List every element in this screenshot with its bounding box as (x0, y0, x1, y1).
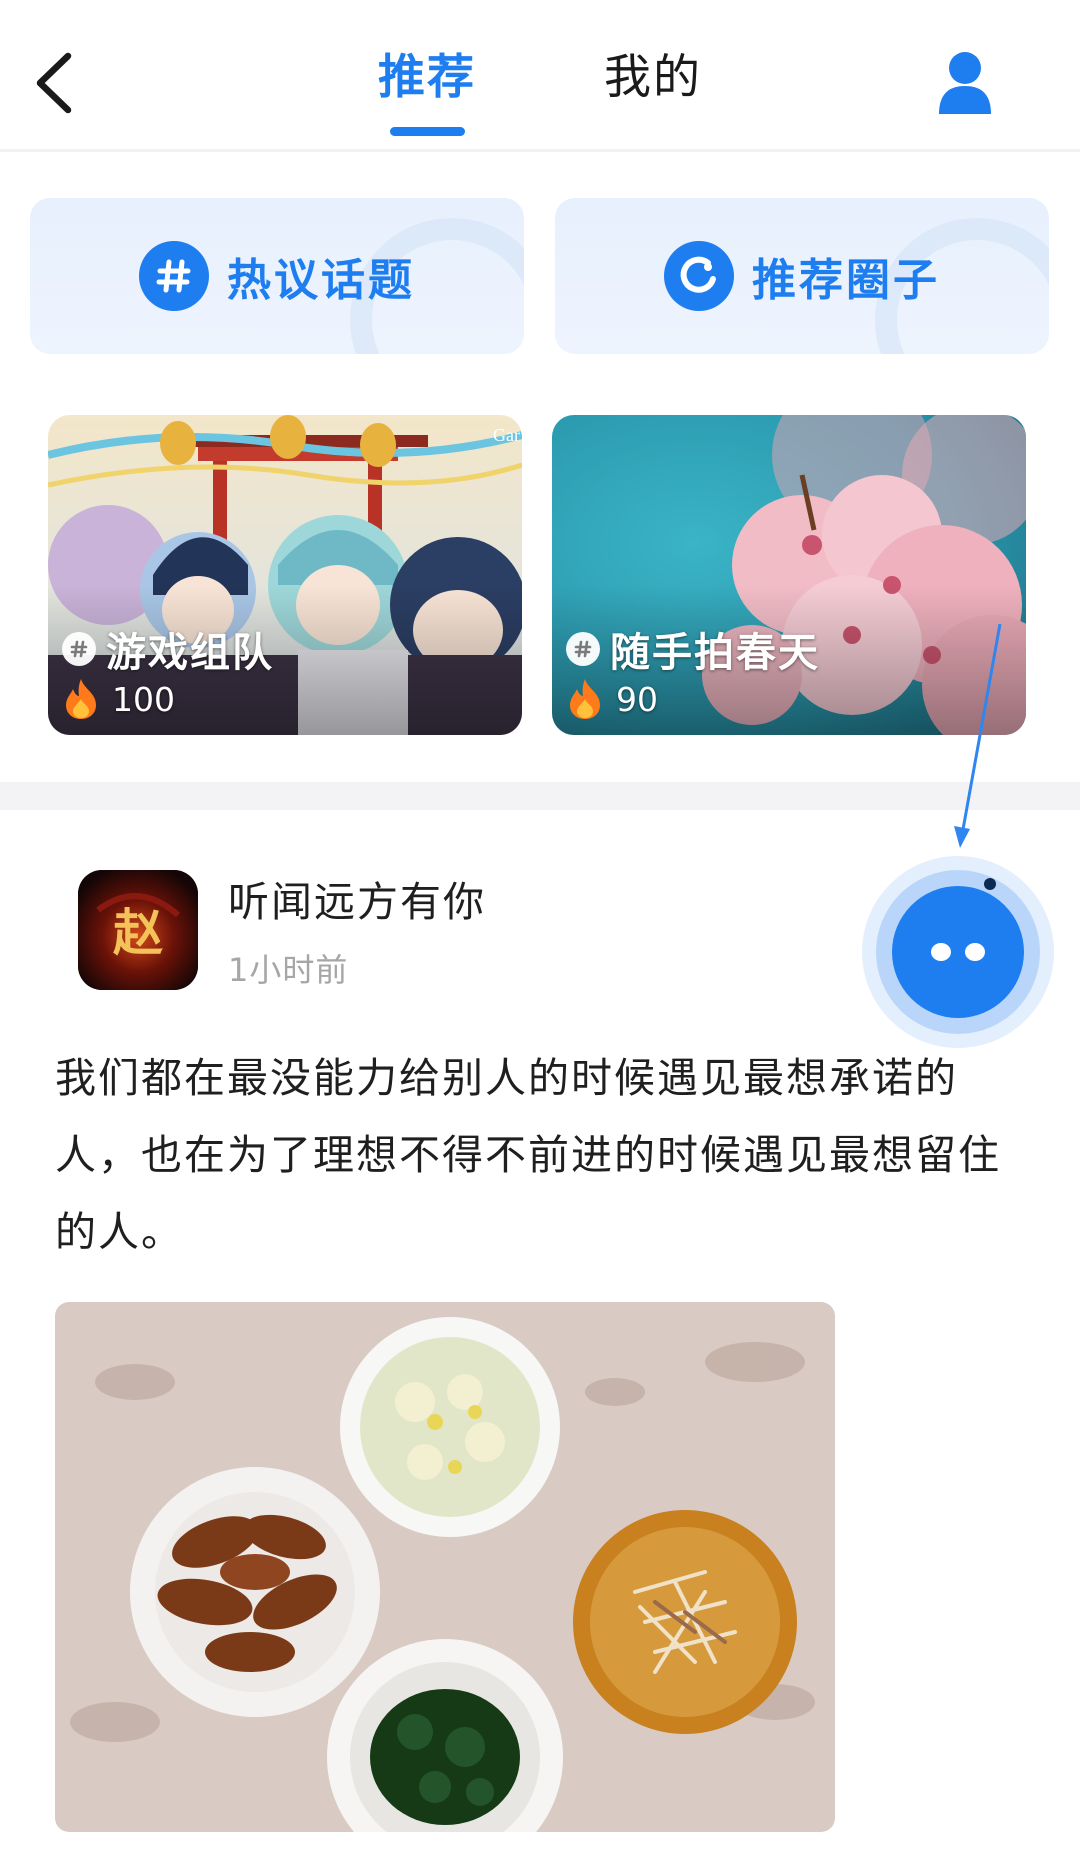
heat-count-value: 100 (112, 679, 175, 719)
author-avatar[interactable]: 赵 (78, 870, 198, 990)
topic-title: 随手拍春天 (566, 620, 820, 678)
hot-topics-label: 热议话题 (227, 255, 415, 306)
svg-text:Gar: Gar (493, 425, 520, 445)
avatar-image: 赵 (78, 870, 198, 990)
svg-text:赵: 赵 (113, 903, 163, 962)
post-author-name[interactable]: 听闻远方有你 (228, 868, 486, 928)
top-nav-bar: 推荐 我的 (0, 0, 1080, 152)
tab-mine[interactable]: 我的 (604, 48, 702, 108)
topic-title-text: 游戏组队 (106, 630, 274, 676)
nav-divider (0, 149, 1080, 152)
assistant-bot-icon (892, 886, 1024, 1018)
section-divider (0, 782, 1080, 810)
heat-count: 90 (566, 677, 658, 721)
post-text: 我们都在最没能力给别人的时候遇见最想承诺的人，也在为了理想不得不前进的时候遇见最… (55, 1054, 1001, 1256)
fire-icon (570, 679, 600, 719)
notification-dot (984, 878, 996, 890)
topic-card-spring-photos[interactable]: 随手拍春天 90 (552, 415, 1026, 735)
topic-title: 游戏组队 (62, 620, 274, 678)
heat-count-value: 90 (616, 679, 658, 719)
heat-count: 100 (62, 677, 175, 721)
assistant-floating-button[interactable] (862, 856, 1054, 1048)
post-timestamp: 1小时前 (228, 951, 349, 989)
hot-topics-button[interactable]: 热议话题 (30, 198, 524, 354)
fire-icon (66, 679, 96, 719)
recommended-circles-button[interactable]: 推荐圈子 (555, 198, 1049, 354)
post-image[interactable] (55, 1302, 835, 1832)
hashtag-icon (62, 632, 96, 666)
recommended-circles-label: 推荐圈子 (752, 255, 940, 306)
active-tab-indicator (390, 127, 465, 136)
food-photo-image (55, 1302, 835, 1832)
back-chevron-icon[interactable] (30, 48, 80, 118)
circle-icon (664, 241, 734, 311)
topic-title-text: 随手拍春天 (610, 630, 820, 676)
tab-recommend[interactable]: 推荐 (378, 48, 476, 108)
hashtag-icon (139, 241, 209, 311)
hashtag-icon (566, 632, 600, 666)
user-icon[interactable] (935, 50, 995, 116)
topic-card-game-team[interactable]: Gar 游戏组队 100 (48, 415, 522, 735)
